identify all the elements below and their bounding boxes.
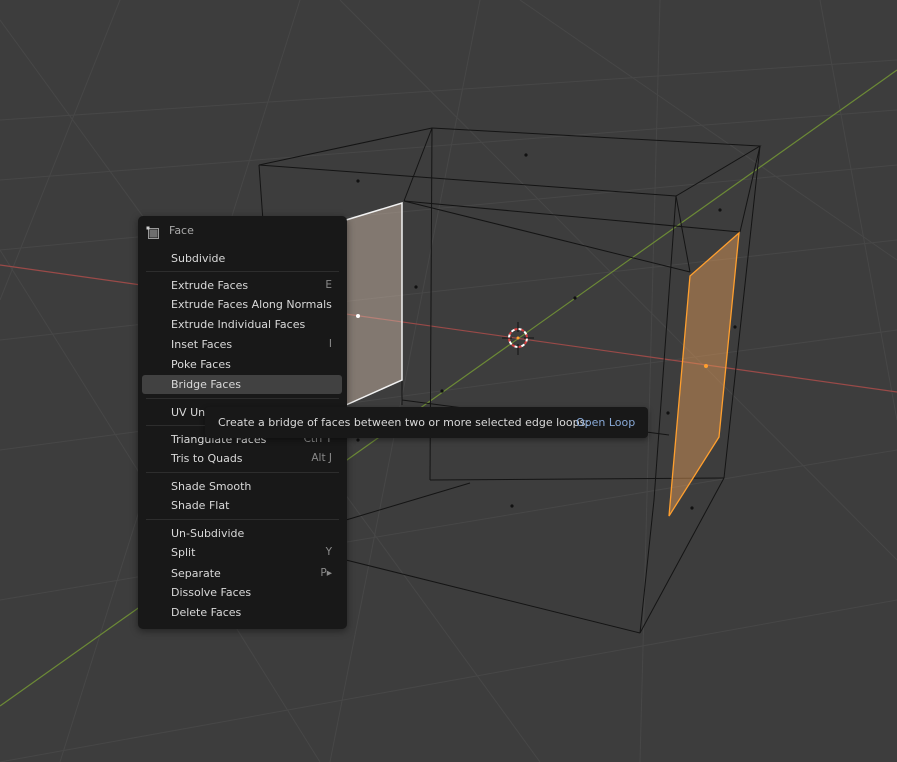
menu-separator: [146, 472, 339, 473]
viewport-background: [0, 0, 897, 762]
menu-separator: [146, 271, 339, 272]
menu-item-extrude-individual-faces[interactable]: Extrude Individual Faces: [142, 315, 342, 334]
viewport-canvas[interactable]: [0, 0, 897, 762]
menu-title: Face: [169, 224, 194, 237]
menu-item-extrude-faces[interactable]: Extrude Faces E: [142, 276, 342, 295]
menu-item-shade-smooth[interactable]: Shade Smooth: [142, 477, 342, 496]
menu-header: Face: [138, 222, 347, 242]
menu-item-poke-faces[interactable]: Poke Faces: [142, 355, 342, 374]
active-face-dot: [356, 314, 360, 318]
menu-item-delete-faces[interactable]: Delete Faces: [142, 603, 342, 622]
menu-item-separate[interactable]: Separate P▸: [142, 564, 342, 583]
face-mesh-icon: [146, 225, 160, 239]
active-face-highlight: [345, 201, 403, 407]
menu-item-bridge-faces[interactable]: Bridge Faces: [142, 375, 342, 394]
menu-item-subdivide[interactable]: Subdivide: [142, 249, 342, 268]
menu-item-split[interactable]: Split Y: [142, 543, 342, 562]
selected-face-dot: [704, 364, 708, 368]
menu-item-extrude-faces-along-normals[interactable]: Extrude Faces Along Normals: [142, 295, 342, 314]
3d-viewport[interactable]: [0, 0, 897, 762]
menu-item-shade-flat[interactable]: Shade Flat: [142, 496, 342, 515]
menu-item-tris-to-quads[interactable]: Tris to Quads Alt J: [142, 449, 342, 468]
menu-separator: [146, 519, 339, 520]
menu-item-un-subdivide[interactable]: Un-Subdivide: [142, 524, 342, 543]
tooltip-operator: Open Loop: [576, 416, 636, 429]
operator-tooltip: Create a bridge of faces between two or …: [205, 407, 648, 438]
menu-item-dissolve-faces[interactable]: Dissolve Faces: [142, 583, 342, 602]
tooltip-description: Create a bridge of faces between two or …: [218, 416, 590, 429]
menu-item-inset-faces[interactable]: Inset Faces I: [142, 335, 342, 354]
menu-separator: [146, 398, 339, 399]
